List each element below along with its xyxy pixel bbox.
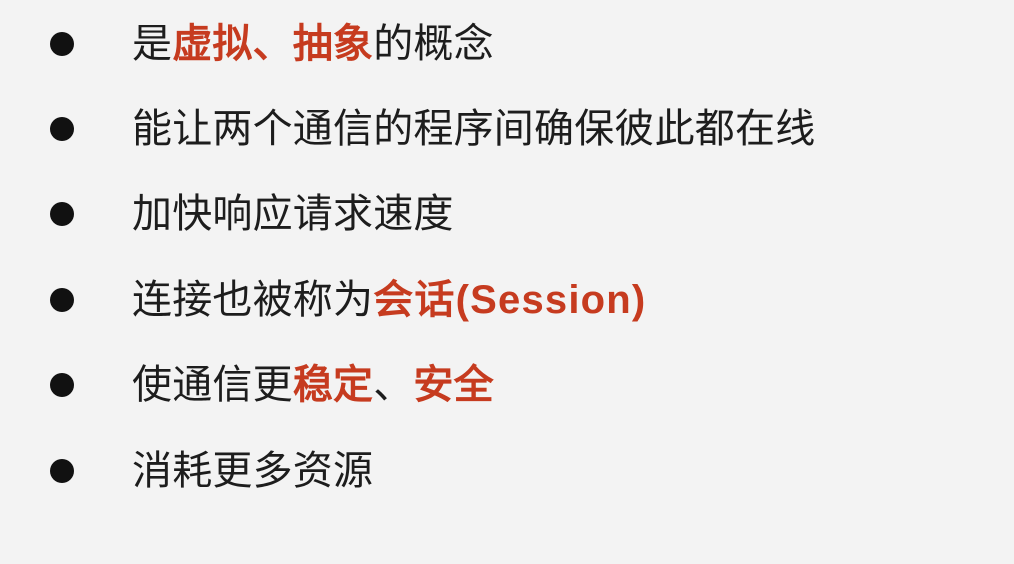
bullet-dot-icon: [50, 202, 74, 226]
bullet-item-stable-secure: 使通信更稳定、安全: [50, 357, 494, 413]
slide: 是虚拟、抽象的概念 能让两个通信的程序间确保彼此都在线 加快响应请求速度 连接也…: [0, 0, 1014, 564]
emphasis-text-segment: 稳定: [292, 362, 374, 408]
bullet-dot-icon: [50, 373, 74, 397]
emphasis-text-segment: 虚拟、抽象: [172, 21, 374, 67]
bullet-item-online-check: 能让两个通信的程序间确保彼此都在线: [50, 101, 815, 157]
text-segment: 的概念: [373, 21, 494, 67]
bullet-item-response-speed: 加快响应请求速度: [50, 186, 454, 242]
emphasis-text-segment: 安全: [413, 362, 494, 408]
text-segment: 消耗更多资源: [132, 448, 374, 494]
text-segment: 能让两个通信的程序间确保彼此都在线: [132, 106, 816, 152]
bullet-item-session: 连接也被称为会话(Session): [50, 272, 646, 328]
bullet-text: 连接也被称为会话(Session): [132, 272, 646, 328]
bullet-text: 使通信更稳定、安全: [132, 357, 494, 413]
bullet-text: 能让两个通信的程序间确保彼此都在线: [132, 101, 815, 157]
emphasis-text-segment: 会话(Session): [373, 278, 647, 322]
text-segment: 连接也被称为: [132, 277, 374, 323]
text-segment: 加快响应请求速度: [132, 191, 454, 237]
bullet-text: 消耗更多资源: [132, 443, 373, 499]
bullet-list: 是虚拟、抽象的概念 能让两个通信的程序间确保彼此都在线 加快响应请求速度 连接也…: [0, 0, 1014, 564]
text-segment: 是: [132, 21, 173, 67]
bullet-dot-icon: [50, 288, 74, 312]
text-segment: 使通信更: [132, 362, 293, 408]
bullet-text: 是虚拟、抽象的概念: [132, 16, 494, 72]
bullet-dot-icon: [50, 32, 74, 56]
text-segment: 、: [373, 362, 414, 408]
bullet-item-resource-cost: 消耗更多资源: [50, 443, 373, 499]
bullet-dot-icon: [50, 117, 74, 141]
bullet-text: 加快响应请求速度: [132, 186, 454, 242]
bullet-dot-icon: [50, 459, 74, 483]
bullet-item-virtual-concept: 是虚拟、抽象的概念: [50, 16, 494, 72]
